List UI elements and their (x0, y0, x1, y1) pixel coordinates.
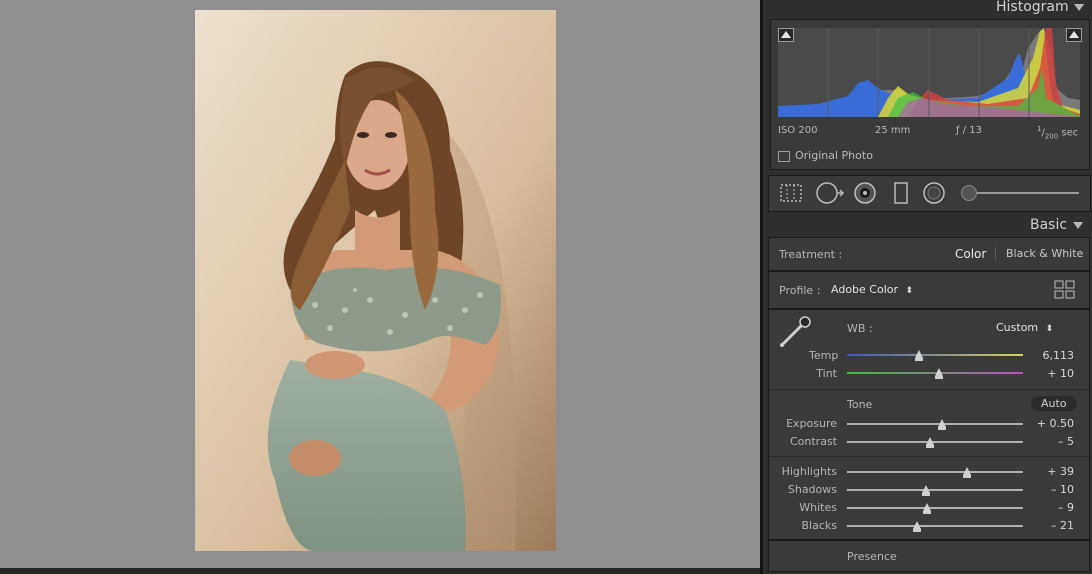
chevron-updown-icon: ⬍ (1045, 324, 1054, 334)
treatment-row: Treatment : Color Black & White (768, 237, 1090, 271)
iso-readout: ISO 200 (778, 125, 818, 136)
wb-value: Custom (996, 321, 1039, 334)
profile-dropdown[interactable]: Adobe Color ⬍ (831, 283, 913, 296)
contrast-slider[interactable] (847, 441, 1023, 443)
shutter-unit: sec (1061, 127, 1079, 139)
shutter-numerator: 1 (1037, 125, 1042, 133)
basic-collapse-icon[interactable] (1073, 222, 1083, 229)
adjustment-brush-icon[interactable] (961, 185, 977, 201)
brush-slider-track[interactable] (969, 192, 1079, 194)
blacks-value[interactable]: – 21 (1034, 519, 1074, 532)
profile-label: Profile : (779, 284, 821, 297)
photo-canvas[interactable] (0, 0, 760, 568)
spot-removal-icon[interactable] (815, 181, 845, 205)
auto-tone-button[interactable]: Auto (1031, 396, 1077, 411)
tool-strip (768, 175, 1091, 212)
aperture-readout: ƒ / 13 (956, 125, 982, 136)
tint-slider-knob[interactable] (934, 368, 943, 379)
profile-browser-icon[interactable] (1054, 280, 1076, 300)
presence-label: Presence (847, 550, 897, 563)
whites-value[interactable]: – 9 (1034, 501, 1074, 514)
temp-label: Temp (809, 349, 839, 362)
basic-title[interactable]: Basic (1030, 217, 1067, 233)
blacks-slider[interactable] (847, 525, 1023, 527)
original-photo-checkbox[interactable] (778, 151, 790, 162)
shutter-readout: 1/200 sec (1037, 125, 1079, 141)
focal-length-readout: 25 mm (875, 125, 911, 136)
histogram-curves (778, 28, 1080, 117)
profile-value: Adobe Color (831, 283, 899, 296)
exposure-slider-knob[interactable] (938, 419, 947, 430)
shutter-denominator: 200 (1044, 132, 1059, 141)
radial-filter-icon[interactable] (922, 181, 946, 205)
shadows-value[interactable]: – 10 (1034, 483, 1074, 496)
filmstrip-edge (0, 568, 760, 574)
develop-panel: Histogram ISO 200 25 mm ƒ / 13 1/200 sec… (763, 0, 1092, 574)
contrast-slider-knob[interactable] (925, 437, 934, 448)
treatment-bw-option[interactable]: Black & White (1006, 247, 1083, 260)
exposure-label: Exposure (786, 417, 837, 430)
shadows-label: Shadows (787, 483, 837, 496)
histogram-collapse-icon[interactable] (1074, 4, 1084, 11)
white-balance-eyedropper-icon[interactable] (777, 314, 813, 348)
blacks-label: Blacks (801, 519, 838, 532)
tint-value[interactable]: + 10 (1034, 367, 1074, 380)
histogram-graph[interactable] (778, 28, 1080, 117)
temp-slider-knob[interactable] (915, 350, 924, 361)
histogram-panel: ISO 200 25 mm ƒ / 13 1/200 sec Original … (770, 19, 1090, 170)
temp-value[interactable]: 6,113 (1034, 349, 1075, 362)
blacks-slider-knob[interactable] (913, 521, 922, 532)
divider (769, 389, 1089, 390)
shadows-slider[interactable] (847, 489, 1023, 491)
highlights-value[interactable]: + 39 (1034, 465, 1074, 478)
chevron-updown-icon: ⬍ (905, 286, 914, 296)
graduated-filter-icon[interactable] (892, 181, 910, 205)
temp-slider[interactable] (847, 354, 1023, 356)
treatment-label: Treatment : (779, 248, 843, 261)
whites-slider[interactable] (847, 507, 1023, 509)
treatment-color-option[interactable]: Color (955, 247, 986, 261)
divider (769, 456, 1089, 457)
exposure-value[interactable]: + 0.50 (1034, 417, 1074, 430)
shadow-clipping-icon[interactable] (778, 28, 794, 42)
basic-adjustments: WB : Custom ⬍ Temp 6,113 Tint + 10 Tone … (768, 309, 1090, 540)
wb-dropdown[interactable]: Custom ⬍ (996, 321, 1053, 334)
contrast-label: Contrast (789, 435, 837, 448)
treatment-separator (995, 247, 996, 261)
red-eye-icon[interactable] (853, 181, 877, 205)
tone-label: Tone (847, 398, 873, 411)
whites-label: Whites (799, 501, 837, 514)
shadows-slider-knob[interactable] (922, 485, 931, 496)
portrait-photo (195, 10, 556, 551)
photo-preview[interactable] (195, 10, 556, 551)
contrast-value[interactable]: – 5 (1034, 435, 1074, 448)
presence-section: Presence (768, 540, 1090, 572)
highlights-label: Highlights (781, 465, 837, 478)
exposure-slider[interactable] (847, 423, 1023, 425)
tint-label: Tint (816, 367, 837, 380)
highlights-slider-knob[interactable] (962, 467, 971, 478)
crop-overlay-icon[interactable] (779, 182, 803, 204)
wb-label: WB : (847, 322, 873, 335)
profile-row: Profile : Adobe Color ⬍ (768, 271, 1090, 309)
highlight-clipping-icon[interactable] (1066, 28, 1082, 42)
histogram-title[interactable]: Histogram (996, 0, 1069, 15)
whites-slider-knob[interactable] (923, 503, 932, 514)
highlights-slider[interactable] (847, 471, 1023, 473)
original-photo-label: Original Photo (795, 149, 873, 162)
